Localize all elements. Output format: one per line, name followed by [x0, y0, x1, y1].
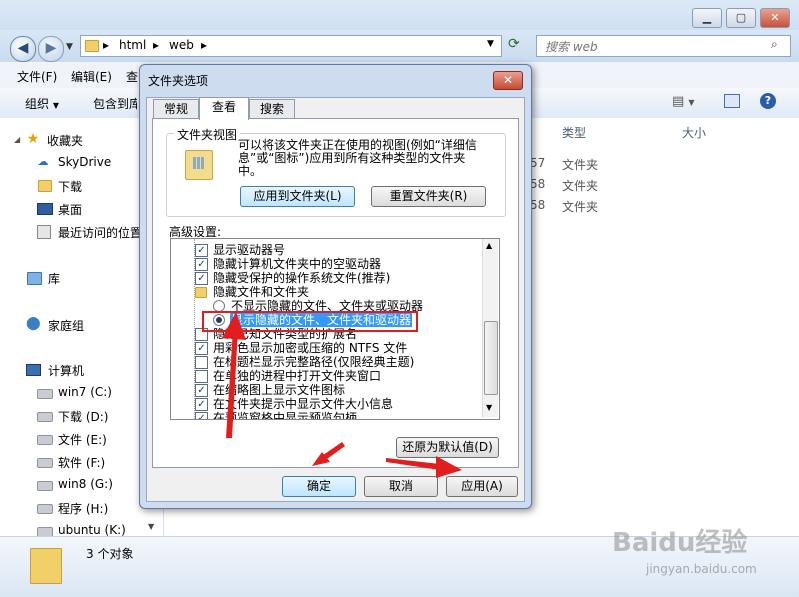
annotation-arrows — [222, 312, 462, 478]
arrow-apply-head-icon — [436, 456, 462, 478]
arrow-up-head-icon — [222, 312, 246, 340]
tab-view[interactable]: 查看 — [199, 97, 249, 120]
arrow-apply-icon — [386, 458, 440, 470]
arrow-up-icon — [226, 329, 238, 438]
